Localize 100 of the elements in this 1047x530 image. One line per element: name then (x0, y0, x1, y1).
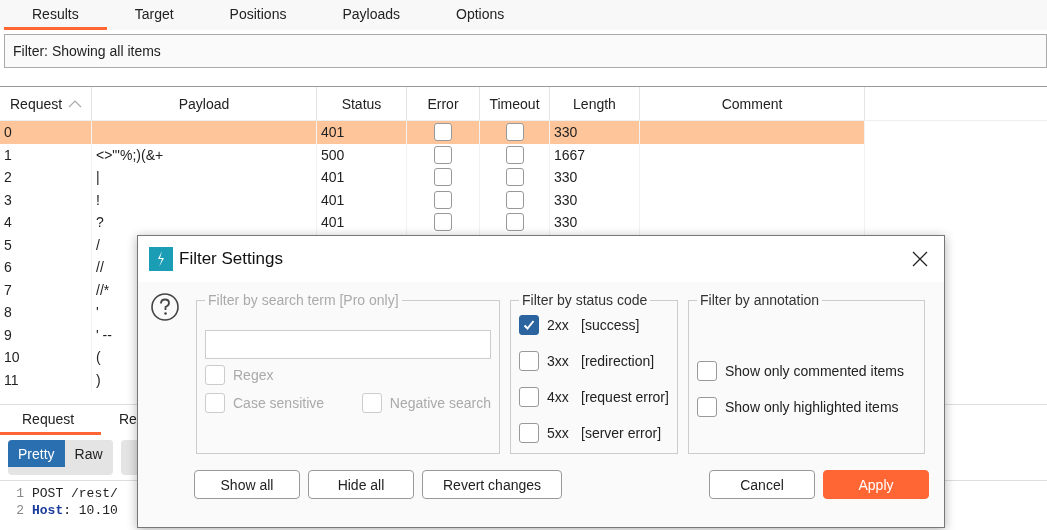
column-header[interactable]: Error (407, 87, 480, 120)
payload-cell: | (96, 169, 100, 186)
tab[interactable]: Positions (201, 0, 315, 30)
request-cell: 6 (4, 259, 12, 276)
table-row[interactable]: 4 ? 401 330 (0, 211, 1047, 234)
payload-cell: ' -- (96, 326, 112, 343)
tab[interactable]: Request (0, 405, 101, 435)
request-cell: 7 (4, 281, 12, 298)
request-cell: 9 (4, 326, 12, 343)
timeout-checkbox[interactable] (505, 190, 524, 209)
request-cell: 4 (4, 214, 12, 231)
request-cell: 8 (4, 304, 12, 321)
payload-cell: / (96, 236, 100, 253)
error-checkbox[interactable] (434, 123, 452, 142)
tab[interactable]: Results (4, 0, 107, 30)
checkmark-icon (522, 318, 536, 332)
length-cell: 330 (554, 214, 578, 231)
group-title: Filter by status code (521, 292, 649, 308)
table-row[interactable]: 3 ! 401 330 (0, 188, 1047, 211)
request-cell: 3 (4, 191, 12, 208)
checkbox[interactable] (519, 315, 539, 335)
checkbox[interactable] (697, 397, 717, 417)
tab[interactable]: Payloads (314, 0, 428, 30)
app-logo-icon (149, 247, 173, 271)
dialog-button[interactable]: Hide all (308, 470, 414, 499)
payload-cell: // (96, 259, 104, 276)
code-text: : 10.10 (63, 503, 118, 518)
checkbox-label: Regex (233, 367, 274, 383)
header-name: Host (32, 503, 64, 518)
timeout-checkbox[interactable] (505, 145, 524, 164)
payload-cell: ' (96, 304, 99, 321)
group-title: Filter by search term [Pro only] (207, 292, 400, 308)
dialog-button[interactable]: Revert changes (422, 470, 563, 499)
checkbox-label: Negative search (389, 395, 491, 411)
status-cell: 401 (321, 191, 345, 208)
status-code-label: 2xx (547, 317, 570, 333)
status-cell: 401 (321, 214, 345, 231)
table-row[interactable]: 2 | 401 330 (0, 166, 1047, 189)
request-cell: 2 (4, 169, 12, 186)
checkbox-label: Show only highlighted items (725, 399, 899, 415)
table-row[interactable]: 1 <>"'%;)(&+ 500 1667 (0, 143, 1047, 166)
dialog-title: Filter Settings (179, 249, 283, 269)
help-icon[interactable] (150, 292, 180, 322)
checkbox-label: Case sensitive (233, 395, 325, 411)
status-code-label: 5xx (547, 425, 570, 441)
error-checkbox[interactable] (434, 168, 452, 187)
line-number: 2 (15, 503, 25, 518)
request-cell: 5 (4, 236, 12, 253)
close-icon[interactable] (912, 251, 928, 267)
error-checkbox[interactable] (434, 190, 452, 209)
column-header[interactable]: Request (0, 87, 92, 120)
status-cell: 500 (321, 146, 345, 163)
tab[interactable]: Options (428, 0, 533, 30)
payload-cell: ? (96, 214, 104, 231)
request-cell: 1 (4, 146, 12, 163)
group-title: Filter by annotation (699, 292, 821, 308)
timeout-checkbox[interactable] (505, 168, 524, 187)
column-header[interactable]: Timeout (480, 87, 550, 120)
tab[interactable]: Target (106, 0, 202, 30)
checkbox[interactable] (697, 361, 717, 381)
dialog-button[interactable]: Cancel (709, 470, 815, 499)
length-cell: 1667 (554, 146, 586, 163)
payload-cell: ( (96, 349, 101, 366)
line-number: 1 (15, 486, 25, 501)
column-header[interactable]: Length (550, 87, 640, 120)
payload-cell: <>"'%;)(&+ (96, 146, 164, 163)
length-cell: 330 (554, 169, 578, 186)
error-checkbox[interactable] (434, 213, 452, 232)
length-cell: 330 (554, 191, 578, 208)
checkbox-label: [success] (581, 317, 640, 333)
checkbox-label: Show only commented items (725, 363, 904, 379)
checkbox[interactable] (519, 423, 539, 443)
view-button[interactable]: Pretty (8, 440, 65, 467)
status-cell: 401 (321, 169, 345, 186)
timeout-checkbox[interactable] (505, 123, 524, 142)
column-header[interactable]: Status (317, 87, 407, 120)
payload-cell: ! (96, 191, 100, 208)
checkbox[interactable] (519, 351, 539, 371)
length-cell: 330 (554, 124, 578, 141)
request-cell: 10 (4, 349, 20, 366)
column-header[interactable]: Comment (640, 87, 865, 120)
checkbox-label: [server error] (581, 425, 662, 441)
code-text: POST /rest/ (32, 486, 118, 501)
checkbox[interactable] (519, 387, 539, 407)
filter-bar[interactable]: Filter: Showing all items (4, 34, 1047, 68)
timeout-checkbox[interactable] (505, 213, 524, 232)
status-code-label: 3xx (547, 353, 570, 369)
error-checkbox[interactable] (434, 145, 452, 164)
request-cell: 11 (4, 371, 19, 388)
payload-cell: //* (96, 281, 110, 298)
status-code-label: 4xx (547, 389, 570, 405)
checkbox-label: [redirection] (581, 353, 655, 369)
request-cell: 0 (4, 124, 12, 141)
dialog-button[interactable]: Show all (194, 470, 300, 499)
tab[interactable]: Re (101, 405, 137, 435)
payload-cell: ) (96, 371, 101, 388)
table-row[interactable]: 0 401 330 (0, 121, 865, 144)
status-cell: 401 (321, 124, 345, 141)
checkbox-label: [request error] (581, 389, 669, 405)
column-header[interactable]: Payload (92, 87, 317, 120)
